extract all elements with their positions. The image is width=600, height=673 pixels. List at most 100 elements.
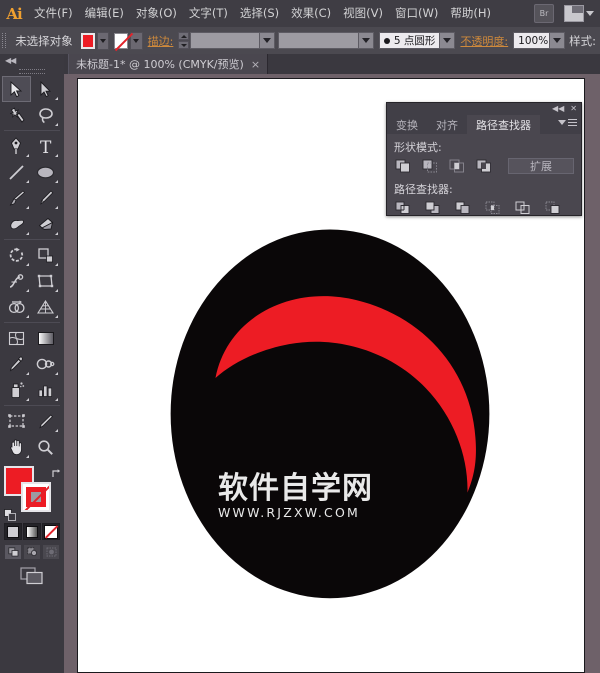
lasso-tool[interactable] [31,102,60,128]
menu-file[interactable]: 文件(F) [28,0,79,27]
default-fill-stroke-icon[interactable] [4,507,17,521]
menubar-right-cluster: Br [534,0,594,27]
brush-definition-arrow-icon[interactable] [439,33,455,48]
stroke-profile-input[interactable] [277,32,375,49]
tools-panel-grip[interactable] [0,66,64,76]
eyedropper-tool[interactable] [2,351,31,377]
type-tool[interactable]: T [31,133,60,159]
draw-mode-buttons [4,544,60,560]
eraser-tool[interactable] [31,211,60,237]
panel-menu-button[interactable] [558,119,577,126]
close-icon[interactable]: ✕ [570,105,577,113]
stroke-color-box[interactable] [21,482,51,512]
swap-fill-stroke-icon[interactable] [51,464,62,477]
stroke-weight-stepper[interactable] [178,32,190,49]
workspace-switcher-button[interactable] [564,5,594,22]
width-tool[interactable] [2,268,31,294]
gradient-mode-button[interactable] [23,523,41,540]
tab-transform[interactable]: 变换 [387,115,427,134]
minus-front-button[interactable] [421,159,438,174]
expand-button[interactable]: 扩展 [508,158,574,174]
hand-tool[interactable] [2,434,31,460]
close-icon[interactable]: × [251,59,260,70]
none-mode-button[interactable] [42,523,60,540]
tab-pathfinder[interactable]: 路径查找器 [467,115,540,134]
selection-tool[interactable] [2,76,31,102]
unite-button[interactable] [394,159,411,174]
fill-color-swatch[interactable] [80,32,96,49]
brush-definition-value: 5 点圆形 [380,33,440,48]
slice-tool[interactable] [31,408,60,434]
pencil-tool[interactable] [31,185,60,211]
bridge-icon[interactable]: Br [534,4,554,23]
draw-normal-button[interactable] [4,544,22,560]
zoom-tool[interactable] [31,434,60,460]
opacity-input[interactable]: 100% [513,32,566,49]
symbol-sprayer-tool[interactable] [2,377,31,403]
stroke-weight-label[interactable]: 描边: [143,33,179,49]
fill-dropdown-button[interactable] [97,31,110,50]
draw-behind-button[interactable] [23,544,41,560]
stroke-weight-input[interactable] [190,32,275,49]
menu-type[interactable]: 文字(T) [183,0,234,27]
minus-back-button[interactable] [544,200,561,215]
shape-modes-row: 扩展 [394,158,574,174]
crop-button[interactable] [484,200,501,215]
artboard-tool[interactable] [2,408,31,434]
rotate-tool[interactable] [2,242,31,268]
merge-button[interactable] [454,200,471,215]
exclude-button[interactable] [475,159,492,174]
blob-brush-tool[interactable] [2,211,31,237]
hamburger-icon [568,119,577,126]
magic-wand-tool[interactable] [2,102,31,128]
tool-divider [4,130,60,131]
paintbrush-tool[interactable] [2,185,31,211]
document-tab-title: 未标题-1* @ 100% (CMYK/预览) [76,58,244,71]
document-tab[interactable]: 未标题-1* @ 100% (CMYK/预览) × [68,54,269,74]
menu-window[interactable]: 窗口(W) [389,0,444,27]
menu-edit[interactable]: 编辑(E) [79,0,130,27]
fill-stroke-widget [4,464,62,521]
stroke-color-swatch[interactable] [114,32,129,49]
mesh-tool[interactable] [2,325,31,351]
gradient-tool[interactable] [31,325,60,351]
draw-inside-button[interactable] [42,544,60,560]
direct-selection-tool[interactable] [31,76,60,102]
blend-tool[interactable] [31,351,60,377]
chevron-down-icon [558,120,566,125]
brush-dot-icon [383,37,390,44]
line-segment-tool[interactable] [2,159,31,185]
panel-tabs: 变换 对齐 路径查找器 [387,115,581,134]
menu-view[interactable]: 视图(V) [337,0,389,27]
brush-definition-select[interactable]: 5 点圆形 [378,32,456,49]
tools-panel: ◀◀ T [0,54,64,673]
ellipse-tool[interactable] [31,159,60,185]
pen-tool[interactable] [2,133,31,159]
trim-button[interactable] [424,200,441,215]
control-bar-grip[interactable] [0,27,7,54]
tools-grid: T [2,76,62,460]
free-transform-tool[interactable] [31,268,60,294]
column-graph-tool[interactable] [31,377,60,403]
menu-help[interactable]: 帮助(H) [444,0,497,27]
panel-titlebar[interactable]: ◀◀ ✕ [387,103,581,115]
opacity-label[interactable]: 不透明度: [455,33,513,49]
outline-button[interactable] [514,200,531,215]
scale-tool[interactable] [31,242,60,268]
collapse-icon[interactable]: ◀◀ [552,105,564,113]
color-mode-button[interactable] [4,523,22,540]
opacity-arrow-icon[interactable] [549,33,565,48]
tab-align[interactable]: 对齐 [427,115,467,134]
menu-select[interactable]: 选择(S) [234,0,285,27]
stroke-profile-arrow-icon[interactable] [358,33,374,48]
shape-builder-tool[interactable] [2,294,31,320]
perspective-grid-tool[interactable] [31,294,60,320]
menu-object[interactable]: 对象(O) [130,0,183,27]
screen-mode-button[interactable] [4,565,60,587]
divide-button[interactable] [394,200,411,215]
style-label[interactable]: 样式: [565,33,600,49]
stroke-weight-arrow-icon[interactable] [258,33,274,48]
intersect-button[interactable] [448,159,465,174]
tools-panel-collapse-button[interactable]: ◀◀ [0,54,64,66]
menu-effect[interactable]: 效果(C) [285,0,337,27]
